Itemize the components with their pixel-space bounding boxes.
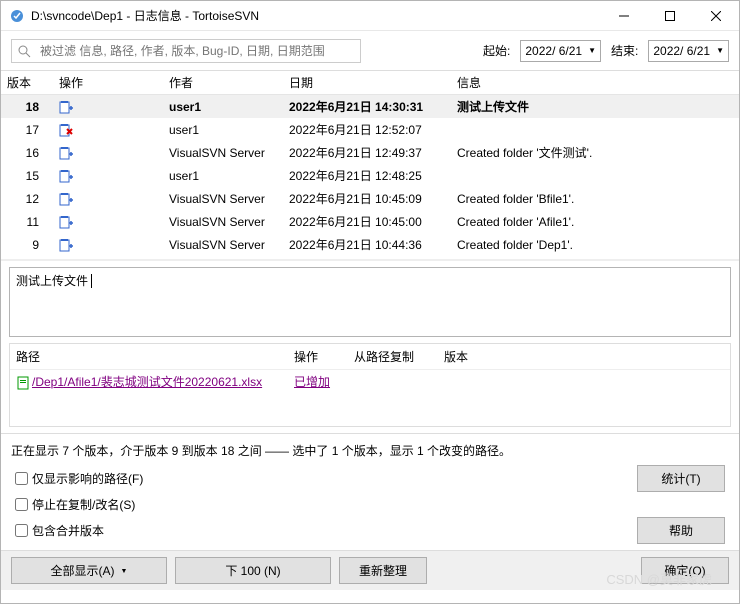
stop-on-copy-checkbox[interactable]: 停止在复制/改名(S) — [15, 496, 135, 513]
table-row[interactable]: 16VisualSVN Server2022年6月21日 12:49:37Cre… — [1, 141, 739, 164]
minimize-button[interactable] — [601, 1, 647, 31]
status-text: 正在显示 7 个版本，介于版本 9 到版本 18 之间 —— 选中了 1 个版本… — [1, 433, 739, 463]
add-icon — [59, 238, 73, 252]
table-row[interactable]: 11VisualSVN Server2022年6月21日 10:45:00Cre… — [1, 210, 739, 233]
file-icon — [16, 376, 30, 390]
table-row[interactable]: 18user12022年6月21日 14:30:31测试上传文件 — [1, 95, 739, 119]
app-icon — [9, 8, 25, 24]
include-merge-checkbox[interactable]: 包含合并版本 — [15, 522, 104, 539]
chevron-down-icon: ▼ — [716, 46, 724, 55]
commit-message-box[interactable]: 测试上传文件 — [9, 267, 731, 337]
chevron-down-icon: ▼ — [121, 568, 128, 575]
ok-button[interactable]: 确定(O) — [641, 557, 729, 584]
show-all-button[interactable]: 全部显示(A)▼ — [11, 557, 167, 584]
refresh-button[interactable]: 重新整理 — [339, 557, 427, 584]
only-affected-checkbox[interactable]: 仅显示影响的路径(F) — [15, 470, 143, 487]
table-row[interactable]: 9VisualSVN Server2022年6月21日 10:44:36Crea… — [1, 233, 739, 256]
table-row[interactable]: /Dep1/Afile1/裴志城测试文件20220621.xlsx已增加 — [10, 370, 730, 394]
table-row[interactable]: 15user12022年6月21日 12:48:25 — [1, 164, 739, 187]
col-author[interactable]: 作者 — [163, 71, 283, 95]
start-date-input[interactable]: 2022/ 6/21 ▼ — [520, 40, 601, 62]
col-pop[interactable]: 操作 — [288, 344, 348, 370]
stats-button[interactable]: 统计(T) — [637, 465, 725, 492]
col-prev[interactable]: 版本 — [438, 344, 730, 370]
chevron-down-icon: ▼ — [588, 46, 596, 55]
start-label: 起始: — [479, 42, 514, 59]
delete-icon — [59, 123, 73, 137]
col-date[interactable]: 日期 — [283, 71, 451, 95]
col-msg[interactable]: 信息 — [451, 71, 739, 95]
col-path[interactable]: 路径 — [10, 344, 288, 370]
table-row[interactable]: 12VisualSVN Server2022年6月21日 10:45:09Cre… — [1, 187, 739, 210]
add-icon — [59, 100, 73, 114]
col-rev[interactable]: 版本 — [1, 71, 53, 95]
col-copy[interactable]: 从路径复制 — [348, 344, 438, 370]
window-title: D:\svncode\Dep1 - 日志信息 - TortoiseSVN — [31, 7, 601, 24]
log-table[interactable]: 版本 操作 作者 日期 信息 18user12022年6月21日 14:30:3… — [1, 71, 739, 261]
add-icon — [59, 146, 73, 160]
col-op[interactable]: 操作 — [53, 71, 163, 95]
help-button[interactable]: 帮助 — [637, 517, 725, 544]
close-button[interactable] — [693, 1, 739, 31]
next-100-button[interactable]: 下 100 (N) — [175, 557, 331, 584]
add-icon — [59, 169, 73, 183]
end-date-input[interactable]: 2022/ 6/21 ▼ — [648, 40, 729, 62]
add-icon — [59, 215, 73, 229]
end-label: 结束: — [607, 42, 642, 59]
search-icon — [12, 44, 36, 58]
table-row[interactable]: 17user12022年6月21日 12:52:07 — [1, 118, 739, 141]
maximize-button[interactable] — [647, 1, 693, 31]
paths-table[interactable]: 路径 操作 从路径复制 版本 /Dep1/Afile1/裴志城测试文件20220… — [9, 343, 731, 427]
add-icon — [59, 192, 73, 206]
search-input[interactable] — [11, 39, 361, 63]
